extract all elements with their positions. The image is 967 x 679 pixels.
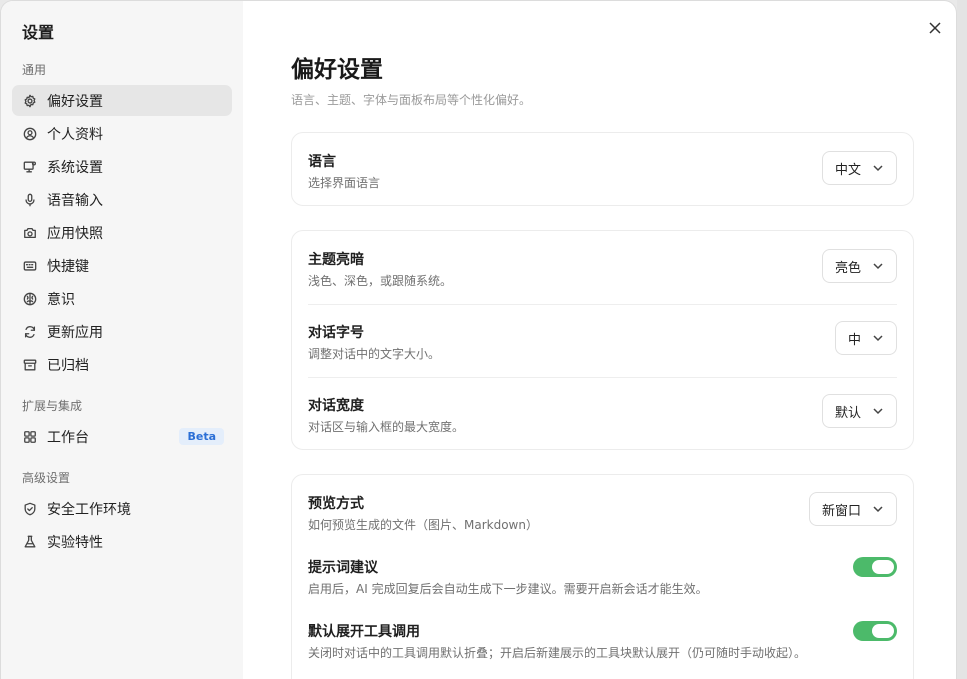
theme-row: 主题亮暗 浅色、深色，或跟随系统。 亮色 (308, 231, 897, 304)
theme-value: 亮色 (834, 260, 861, 276)
sidebar-item-snapshot[interactable]: 应用快照 (12, 217, 232, 248)
language-desc: 选择界面语言 (308, 176, 381, 190)
sidebar-item-label: 工作台 (47, 429, 89, 446)
tool-expand-row: 默认展开工具调用 关闭时对话中的工具调用默认折叠；开启后新建展示的工具块默认展开… (308, 603, 897, 667)
behavior-card: 预览方式 如何预览生成的文件（图片、Markdown） 新窗口 提示词建议 启用… (291, 474, 914, 679)
sidebar-item-label: 偏好设置 (47, 93, 103, 110)
language-label: 语言 (308, 154, 336, 170)
page-title: 偏好设置 (291, 57, 383, 83)
prompt-suggest-label: 提示词建议 (308, 560, 378, 576)
sidebar-item-secure-env[interactable]: 安全工作环境 (12, 493, 232, 524)
sidebar-item-profile[interactable]: 个人资料 (12, 118, 232, 149)
font-size-label: 对话字号 (308, 325, 364, 341)
tool-expand-label: 默认展开工具调用 (308, 624, 420, 640)
sidebar-item-awareness[interactable]: 意识 (12, 283, 232, 314)
sidebar-item-experimental[interactable]: 实验特性 (12, 526, 232, 557)
keyboard-icon (23, 259, 37, 273)
prompt-suggest-toggle[interactable] (853, 557, 897, 577)
width-select[interactable]: 默认 (821, 394, 897, 428)
chevron-down-icon (872, 260, 884, 272)
sidebar-item-label: 已归档 (47, 357, 89, 374)
preview-desc: 如何预览生成的文件（图片、Markdown） (308, 518, 538, 532)
sidebar-item-label: 个人资料 (47, 126, 103, 143)
beta-badge: Beta (179, 428, 224, 445)
refresh-icon (23, 325, 37, 339)
sidebar-item-preferences[interactable]: 偏好设置 (12, 85, 232, 116)
sidebar-item-label: 系统设置 (47, 159, 103, 176)
prompt-suggest-row: 提示词建议 启用后，AI 完成回复后会自动生成下一步建议。需要开启新会话才能生效… (308, 539, 897, 603)
monitor-gear-icon (23, 160, 37, 174)
language-row: 语言 选择界面语言 中文 (308, 133, 897, 207)
section-general: 通用 (22, 63, 47, 77)
sidebar-item-archived[interactable]: 已归档 (12, 349, 232, 380)
section-extensions: 扩展与集成 (22, 399, 83, 413)
theme-desc: 浅色、深色，或跟随系统。 (308, 274, 453, 288)
width-value: 默认 (834, 405, 861, 421)
microphone-icon (23, 193, 37, 207)
display-card: 主题亮暗 浅色、深色，或跟随系统。 亮色 对话字号 调整对话中的文字大小。 中 … (291, 230, 914, 450)
preview-select[interactable]: 新窗口 (808, 492, 897, 526)
gear-icon (23, 94, 37, 108)
sidebar-item-voice[interactable]: 语音输入 (12, 184, 232, 215)
user-circle-icon (23, 127, 37, 141)
page-description: 语言、主题、字体与面板布局等个性化偏好。 (291, 93, 532, 107)
language-card: 语言 选择界面语言 中文 (291, 132, 914, 206)
font-size-select[interactable]: 中 (834, 321, 897, 355)
toggle-knob (872, 560, 894, 574)
sidebar-item-system[interactable]: 系统设置 (12, 151, 232, 182)
font-size-row: 对话字号 调整对话中的文字大小。 中 (308, 304, 897, 377)
theme-label: 主题亮暗 (308, 252, 364, 268)
sidebar-item-label: 语音输入 (47, 192, 103, 209)
camera-icon (23, 226, 37, 240)
chevron-down-icon (872, 405, 884, 417)
prompt-suggest-desc: 启用后，AI 完成回复后会自动生成下一步建议。需要开启新会话才能生效。 (308, 582, 708, 596)
background-edge (957, 0, 967, 679)
sidebar-item-label: 意识 (47, 291, 75, 308)
sidebar-item-label: 安全工作环境 (47, 501, 131, 518)
preview-label: 预览方式 (308, 496, 364, 512)
sidebar-item-label: 更新应用 (47, 324, 103, 341)
width-label: 对话宽度 (308, 398, 364, 414)
sidebar-item-update[interactable]: 更新应用 (12, 316, 232, 347)
sidebar-item-label: 应用快照 (47, 225, 103, 242)
preview-value: 新窗口 (821, 503, 861, 519)
shield-icon (23, 502, 37, 516)
settings-window: 设置 通用 偏好设置 个人资料 系统设置 语音输入 应用快照 快捷键 意识 更新… (1, 1, 956, 679)
chevron-down-icon (872, 332, 884, 344)
font-size-value: 中 (847, 332, 861, 348)
section-advanced: 高级设置 (22, 471, 71, 485)
grid-icon (23, 430, 37, 444)
tool-expand-toggle[interactable] (853, 621, 897, 641)
font-size-desc: 调整对话中的文字大小。 (308, 347, 441, 361)
preview-row: 预览方式 如何预览生成的文件（图片、Markdown） 新窗口 (308, 475, 897, 539)
tool-expand-desc: 关闭时对话中的工具调用默认折叠；开启后新建展示的工具块默认展开（仍可随时手动收起… (308, 646, 807, 660)
close-icon (929, 22, 941, 34)
sidebar-item-label: 实验特性 (47, 534, 103, 551)
width-row: 对话宽度 对话区与输入框的最大宽度。 默认 (308, 377, 897, 450)
sidebar: 设置 通用 偏好设置 个人资料 系统设置 语音输入 应用快照 快捷键 意识 更新… (1, 1, 243, 679)
chevron-down-icon (872, 503, 884, 515)
language-value: 中文 (834, 162, 861, 178)
language-select[interactable]: 中文 (821, 151, 897, 185)
chevron-down-icon (872, 162, 884, 174)
sidebar-title: 设置 (22, 23, 55, 42)
close-button[interactable] (926, 19, 944, 37)
sidebar-item-shortcuts[interactable]: 快捷键 (12, 250, 232, 281)
toggle-knob (872, 624, 894, 638)
flask-icon (23, 535, 37, 549)
sidebar-item-workbench[interactable]: 工作台 Beta (12, 421, 232, 452)
width-desc: 对话区与输入框的最大宽度。 (308, 420, 465, 434)
archive-icon (23, 358, 37, 372)
theme-select[interactable]: 亮色 (821, 249, 897, 283)
sidebar-item-label: 快捷键 (47, 258, 89, 275)
brain-icon (23, 292, 37, 306)
